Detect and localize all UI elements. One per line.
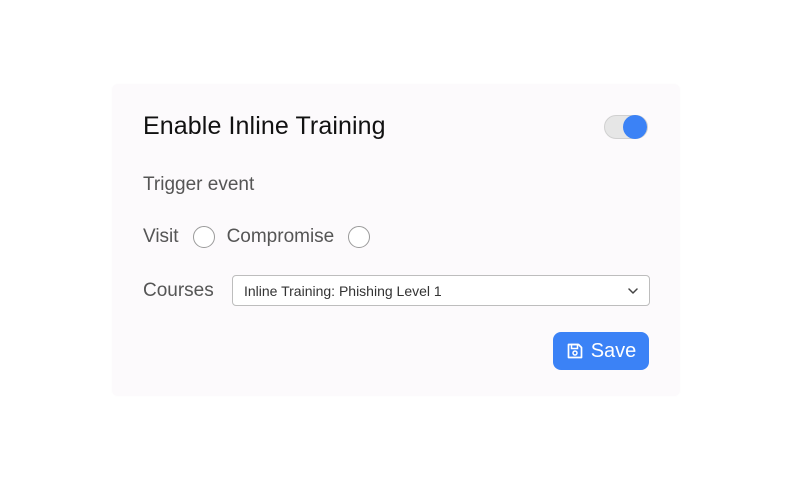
save-button[interactable]: Save (553, 332, 649, 370)
compromise-radio[interactable] (348, 226, 371, 248)
chevron-down-icon (628, 288, 638, 294)
trigger-event-options: Visit Compromise (143, 222, 371, 252)
enable-inline-training-toggle[interactable] (604, 115, 648, 139)
toggle-knob (623, 115, 647, 139)
panel-title: Enable Inline Training (143, 112, 386, 140)
courses-select-value: Inline Training: Phishing Level 1 (244, 283, 442, 299)
courses-label: Courses (143, 280, 214, 301)
compromise-radio-label: Compromise (226, 226, 335, 247)
save-icon (567, 343, 583, 359)
inline-training-panel: Enable Inline Training Trigger event Vis… (112, 84, 680, 396)
trigger-event-label: Trigger event (143, 174, 255, 195)
save-button-label: Save (590, 339, 637, 362)
courses-select[interactable]: Inline Training: Phishing Level 1 (232, 275, 650, 306)
visit-radio[interactable] (192, 226, 215, 248)
visit-radio-label: Visit (143, 226, 179, 247)
